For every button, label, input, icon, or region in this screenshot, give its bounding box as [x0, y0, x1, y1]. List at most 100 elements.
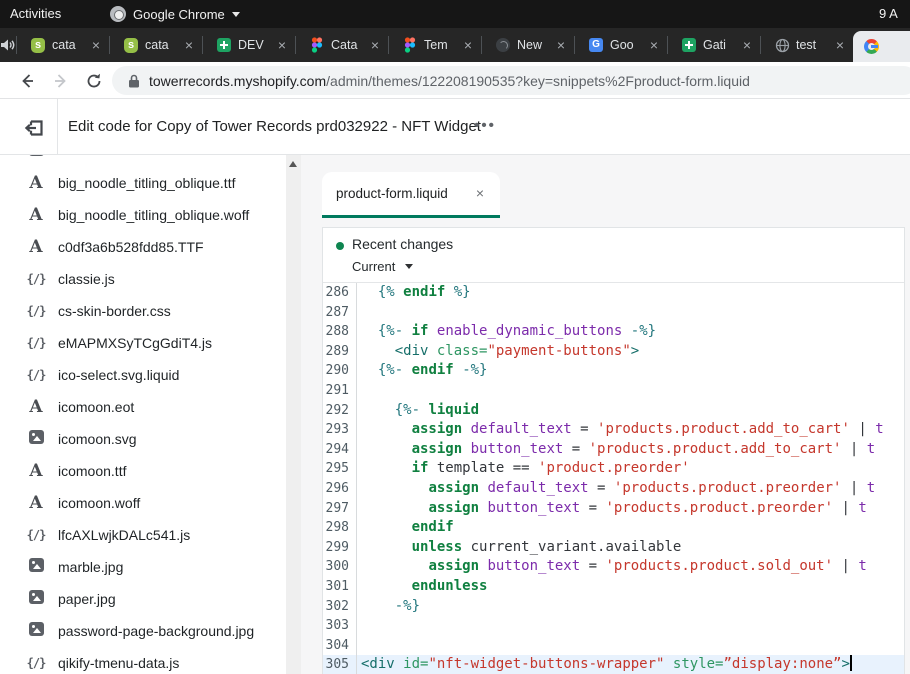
sidebar-scrollbar[interactable]: [286, 155, 301, 674]
tab-close-icon[interactable]: ×: [462, 39, 474, 51]
reload-button[interactable]: [82, 69, 106, 93]
code-line-text: assign default_text = 'products.product.…: [357, 479, 904, 499]
code-line[interactable]: 292 {%- liquid: [323, 401, 904, 421]
code-line[interactable]: 297 assign button_text = 'products.produ…: [323, 499, 904, 519]
line-number: 288: [323, 322, 357, 342]
app-menu-label: Google Chrome: [133, 7, 225, 22]
file-list-item[interactable]: Ac0df3a6b528fdd85.TTF: [0, 231, 286, 263]
file-list-item[interactable]: Abig_noodle_titling_oblique.ttf: [0, 167, 286, 199]
code-file-icon: {/}: [26, 366, 46, 384]
browser-tab[interactable]: Cata×: [295, 28, 388, 62]
code-file-icon: {/}: [26, 302, 46, 320]
line-number: 303: [323, 616, 357, 636]
file-list-item[interactable]: {/}eMAPMXSyTCgGdiT4.js: [0, 327, 286, 359]
file-list-item[interactable]: icomoon.svg: [0, 423, 286, 455]
code-line[interactable]: 287: [323, 303, 904, 323]
code-line-text: [357, 636, 904, 656]
tab-title: New: [517, 38, 549, 52]
code-line[interactable]: 294 assign button_text = 'products.produ…: [323, 440, 904, 460]
file-list-item[interactable]: marble.jpg: [0, 551, 286, 583]
font-file-icon: A: [26, 461, 46, 481]
browser-tab[interactable]: test×: [760, 28, 853, 62]
code-line[interactable]: 303: [323, 616, 904, 636]
back-button[interactable]: [15, 69, 39, 93]
file-list-item[interactable]: Aicomoon.eot: [0, 391, 286, 423]
file-list-item[interactable]: paper.jpg: [0, 583, 286, 615]
version-dropdown[interactable]: Current: [352, 259, 413, 274]
code-line-text: {%- if enable_dynamic_buttons -%}: [357, 322, 904, 342]
browser-tab[interactable]: GGoo×: [574, 28, 667, 62]
code-line[interactable]: 296 assign default_text = 'products.prod…: [323, 479, 904, 499]
code-line[interactable]: 290 {%- endif -%}: [323, 361, 904, 381]
browser-tab[interactable]: scata×: [109, 28, 202, 62]
image-file-icon: [26, 558, 46, 577]
tab-title: cata: [145, 38, 177, 52]
line-number: 300: [323, 557, 357, 577]
address-bar[interactable]: towerrecords.myshopify.com/admin/themes/…: [112, 66, 910, 95]
browser-tab[interactable]: scata×: [16, 28, 109, 62]
file-name: c0df3a6b528fdd85.TTF: [58, 239, 204, 255]
tab-close-icon[interactable]: ×: [648, 39, 660, 51]
file-list-item[interactable]: Abig_noodle_titling_oblique.woff: [0, 199, 286, 231]
code-line[interactable]: 301 endunless: [323, 577, 904, 597]
forward-button[interactable]: [49, 69, 73, 93]
browser-tab[interactable]: Tem×: [388, 28, 481, 62]
code-line[interactable]: 291: [323, 381, 904, 401]
code-line[interactable]: 302 -%}: [323, 597, 904, 617]
tab-close-icon[interactable]: ×: [183, 39, 195, 51]
browser-tab[interactable]: [853, 31, 910, 62]
file-name: password-page-background.jpg: [58, 623, 254, 639]
code-line[interactable]: 288 {%- if enable_dynamic_buttons -%}: [323, 322, 904, 342]
code-line[interactable]: 300 assign button_text = 'products.produ…: [323, 557, 904, 577]
browser-tab[interactable]: Gati×: [667, 28, 760, 62]
file-list-item[interactable]: {/}classie.js: [0, 263, 286, 295]
tab-close-icon[interactable]: ×: [369, 39, 381, 51]
file-list-item[interactable]: Aicomoon.ttf: [0, 455, 286, 487]
file-list-item[interactable]: Aicomoon.woff: [0, 487, 286, 519]
editor-tab-close-icon[interactable]: ×: [476, 185, 484, 201]
file-list-item[interactable]: {/}qikify-tmenu-data.js: [0, 647, 286, 674]
code-line[interactable]: 289 <div class="payment-buttons">: [323, 342, 904, 362]
code-file-icon: {/}: [26, 334, 46, 352]
dark-globe-icon: [495, 37, 511, 53]
app-menu[interactable]: Google Chrome: [110, 0, 240, 28]
url-text[interactable]: towerrecords.myshopify.com/admin/themes/…: [149, 73, 750, 89]
code-line[interactable]: 305<div id="nft-widget-buttons-wrapper" …: [323, 655, 904, 674]
tab-close-icon[interactable]: ×: [276, 39, 288, 51]
scroll-up-arrow-icon[interactable]: [289, 161, 297, 167]
file-list-item[interactable]: {/}lfcAXLwjkDALc541.js: [0, 519, 286, 551]
clock[interactable]: 9 A: [879, 0, 898, 28]
exit-code-editor-button[interactable]: [20, 114, 48, 142]
code-line-text: {% endif %}: [357, 283, 904, 303]
code-file-icon: {/}: [26, 270, 46, 288]
line-number: 293: [323, 420, 357, 440]
more-actions-button[interactable]: •••: [468, 115, 502, 139]
code-line[interactable]: 293 assign default_text = 'products.prod…: [323, 420, 904, 440]
code-line[interactable]: 286 {% endif %}: [323, 283, 904, 303]
code-line[interactable]: 304: [323, 636, 904, 656]
code-line-text: assign button_text = 'products.product.a…: [357, 440, 904, 460]
tab-close-icon[interactable]: ×: [741, 39, 753, 51]
code-line[interactable]: 299 unless current_variant.available: [323, 538, 904, 558]
code-line-text: assign default_text = 'products.product.…: [357, 420, 904, 440]
code-line-text: assign button_text = 'products.product.s…: [357, 557, 904, 577]
code-editor[interactable]: 286 {% endif %}287288 {%- if enable_dyna…: [323, 283, 904, 674]
tab-close-icon[interactable]: ×: [834, 39, 846, 51]
tab-close-icon[interactable]: ×: [90, 39, 102, 51]
browser-tab[interactable]: DEV×: [202, 28, 295, 62]
line-number: 287: [323, 303, 357, 323]
code-line[interactable]: 298 endif: [323, 518, 904, 538]
code-line-text: [357, 616, 904, 636]
file-list-item[interactable]: password-page-background.jpg: [0, 615, 286, 647]
editor-file-tab[interactable]: product-form.liquid ×: [322, 172, 500, 218]
code-line-text: {%- liquid: [357, 401, 904, 421]
activities-button[interactable]: Activities: [10, 0, 61, 28]
browser-tab[interactable]: New ×: [481, 28, 574, 62]
file-list-item[interactable]: [0, 155, 286, 167]
file-list-item[interactable]: {/}cs-skin-border.css: [0, 295, 286, 327]
tab-close-icon[interactable]: ×: [555, 39, 567, 51]
line-number: 290: [323, 361, 357, 381]
code-line[interactable]: 295 if template == 'product.preorder': [323, 459, 904, 479]
lock-icon[interactable]: [128, 74, 140, 88]
file-list-item[interactable]: {/}ico-select.svg.liquid: [0, 359, 286, 391]
